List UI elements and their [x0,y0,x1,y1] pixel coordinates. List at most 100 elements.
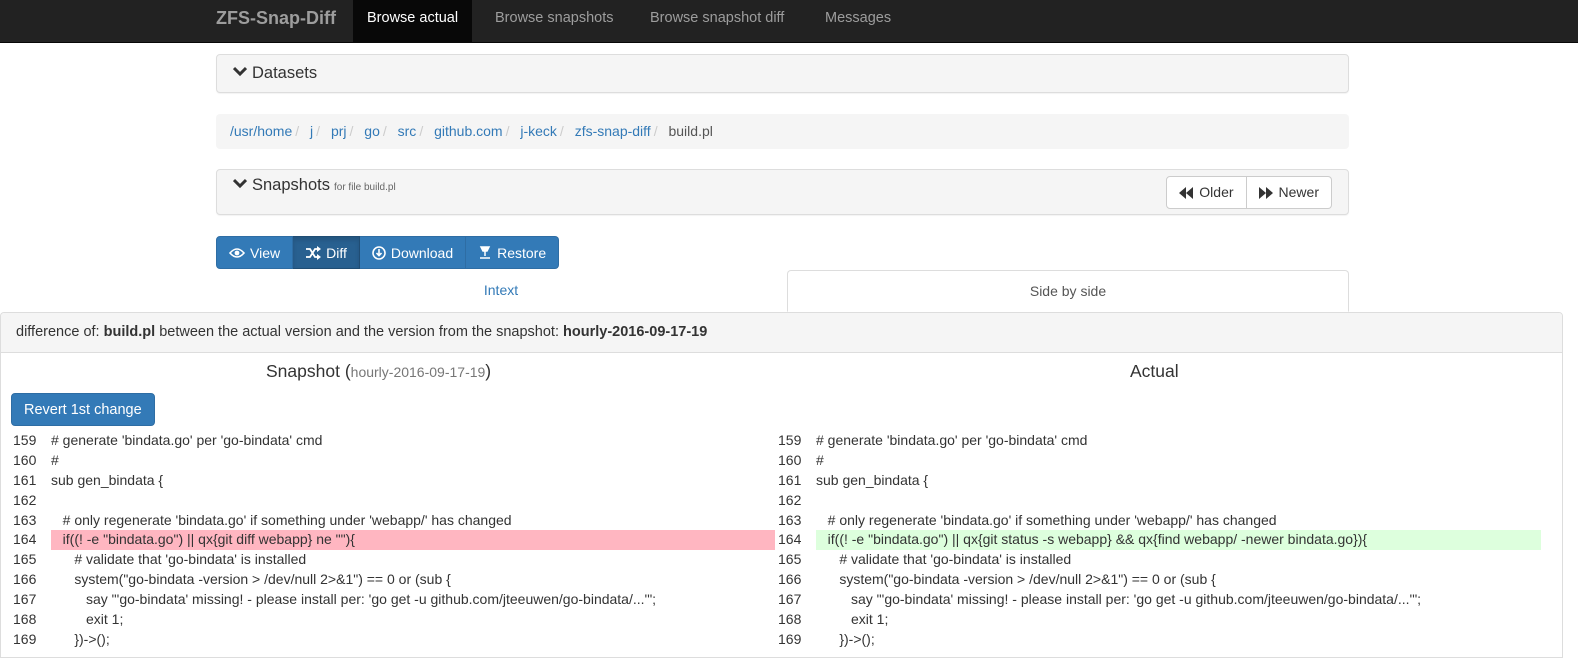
revert-change-button[interactable]: Revert 1st change [11,393,155,426]
breadcrumb-separator: / [505,123,510,139]
code-line: 163 # only regenerate 'bindata.go' if so… [776,511,1541,531]
snapshots-title[interactable]: Snapshots for file build.pl [233,176,396,195]
line-text: # [816,451,824,468]
line-text: exit 1; [51,611,124,628]
eye-icon [229,247,245,258]
line-text: })->(); [816,630,875,647]
line-number: 162 [13,491,37,508]
line-number: 161 [13,471,37,488]
navbar: ZFS-Snap-Diff Browse actual Browse snaps… [0,0,1578,43]
line-text: say "'go-bindata' missing! - please inst… [51,591,657,608]
datasets-title[interactable]: Datasets [233,64,317,83]
code-line: 162 [776,491,1541,511]
line-text: exit 1; [816,611,889,628]
diff-snapshot-name: hourly-2016-09-17-19 [563,324,708,340]
nav-browse-snapshots[interactable]: Browse snapshots [481,0,627,42]
breadcrumb-item-prj[interactable]: prj [331,123,347,139]
tab-side-by-side[interactable]: Side by side [787,270,1349,312]
datasets-panel[interactable]: Datasets [216,54,1349,93]
diff-heading: difference of: build.pl between the actu… [1,313,1562,353]
line-number: 169 [13,630,37,647]
breadcrumb-item-j-keck[interactable]: j-keck [520,123,557,139]
snapshot-title-paren-close: ) [485,361,492,381]
snapshots-panel: Snapshots for file build.pl Older Newer [216,169,1349,215]
snapshot-code-view: 159 # generate 'bindata.go' per 'go-binda… [11,431,775,650]
line-number: 161 [778,471,802,488]
line-number: 163 [13,511,37,528]
snapshots-label: Snapshots [252,176,330,194]
download-icon [372,245,386,260]
line-number: 164 [13,531,37,548]
nav-browse-snapshot-diff[interactable]: Browse snapshot diff [636,0,798,42]
line-text: if((! -e "bindata.go") || qx{git diff we… [51,530,775,551]
nav-browse-actual[interactable]: Browse actual [353,0,473,42]
nav-messages[interactable]: Messages [811,0,905,42]
line-text [51,491,775,511]
download-button[interactable]: Download [359,236,467,269]
code-line: 166 system("go-bindata -version > /dev/n… [11,570,775,590]
tab-intext[interactable]: Intext [216,270,786,312]
line-number: 159 [778,432,802,448]
fast-backward-icon [1179,186,1194,199]
line-number: 160 [778,451,802,468]
breadcrumb-separator: / [559,123,564,139]
breadcrumb-item-github[interactable]: github.com [434,123,502,139]
view-label: View [250,244,281,261]
line-text: sub gen_bindata { [51,471,164,488]
file-actions: View Diff Download Restore [216,236,560,269]
code-line: 165 # validate that 'go-bindata' is inst… [11,550,775,570]
breadcrumb-item-usr-home[interactable]: /usr/home [230,123,292,139]
line-text: # validate that 'go-bindata' is installe… [816,551,1072,568]
snapshots-subtitle: for file build.pl [333,182,396,193]
code-line: 160 # [776,451,1541,471]
diff-file-name: build.pl [103,324,156,340]
random-icon [306,245,322,260]
chevron-down-icon [233,66,247,77]
chevron-down-icon [233,178,247,189]
line-text: })->(); [51,630,110,647]
breadcrumb-separator: / [316,123,321,139]
diff-button[interactable]: Diff [293,236,360,269]
line-text: sub gen_bindata { [816,471,929,488]
snapshot-title-label: Snapshot [266,361,340,381]
restore-label: Restore [497,244,547,261]
code-line: 164 if((! -e "bindata.go") || qx{git sta… [776,530,1541,551]
line-number: 163 [778,511,802,528]
breadcrumb-separator: / [349,123,354,139]
diff-heading-prefix: difference of: [16,324,100,340]
code-line: 168 exit 1; [776,610,1541,630]
line-number: 164 [778,531,802,548]
breadcrumb-item-src[interactable]: src [398,123,417,139]
fast-forward-icon [1258,186,1273,199]
line-number: 168 [13,611,37,628]
datasets-label: Datasets [252,64,318,82]
line-number: 160 [13,451,37,468]
line-number: 166 [778,571,802,588]
older-button[interactable]: Older [1166,176,1247,209]
code-line: 161 sub gen_bindata { [11,471,775,491]
line-number: 166 [13,571,37,588]
code-line: 159 # generate 'bindata.go' per 'go-binda… [776,431,1541,451]
diff-label: Diff [326,244,347,261]
code-line: 166 system("go-bindata -version > /dev/n… [776,570,1541,590]
newer-label: Newer [1278,184,1319,200]
line-number: 167 [13,591,37,608]
code-line: 165 # validate that 'go-bindata' is inst… [776,550,1541,570]
code-line: 167 say "'go-bindata' missing! - please … [11,590,775,610]
breadcrumb-item-go[interactable]: go [364,123,380,139]
line-number: 162 [778,491,802,508]
breadcrumb-item-zfs-snap-diff[interactable]: zfs-snap-diff [575,123,651,139]
code-line: 160 # [11,451,775,471]
code-line: 162 [11,491,775,511]
brand-logo[interactable]: ZFS-Snap-Diff [216,0,336,43]
restore-button[interactable]: Restore [466,236,560,269]
line-text: # generate 'bindata.go' per 'go-bindata'… [816,432,1088,448]
breadcrumb-current: build.pl [668,123,713,139]
older-label: Older [1199,184,1234,200]
snapshot-title-name: hourly-2016-09-17-19 [350,364,486,380]
download-label: Download [390,244,454,261]
view-button[interactable]: View [216,236,294,269]
newer-button[interactable]: Newer [1246,176,1332,209]
breadcrumb-separator: / [295,123,300,139]
snapshot-column-title: Snapshot (hourly-2016-09-17-19) [266,361,491,382]
